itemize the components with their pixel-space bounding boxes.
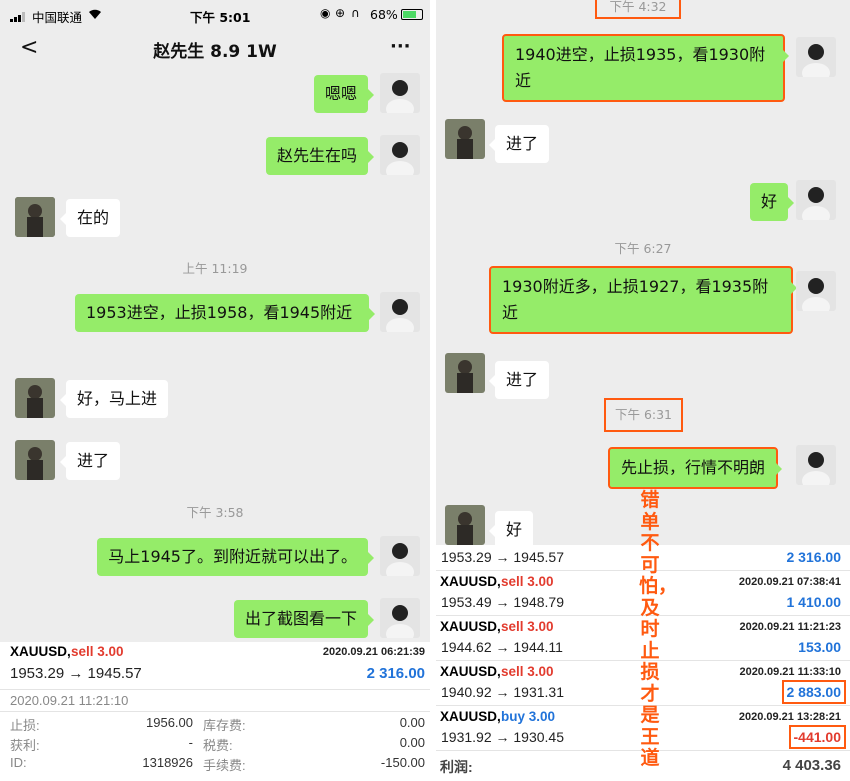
message-bubble-received[interactable]: 进了 bbox=[59, 442, 121, 480]
trade-prices: 1940.92 → 1931.31 bbox=[441, 684, 564, 700]
avatar-self[interactable] bbox=[380, 536, 420, 576]
tax-label: 税费: bbox=[203, 738, 233, 753]
trade-side: buy 3.00 bbox=[501, 709, 556, 724]
avatar-self[interactable] bbox=[796, 37, 836, 77]
avatar-self[interactable] bbox=[380, 598, 420, 638]
avatar-self[interactable] bbox=[380, 292, 420, 332]
trade-prices: 1944.62 → 1944.11 bbox=[441, 639, 563, 655]
carrier-label: 中国联通 bbox=[32, 10, 83, 25]
stop-loss-label: 止损: bbox=[10, 718, 40, 733]
timestamp: 下午 3:58 bbox=[186, 505, 244, 520]
stop-loss-value: 1956.00 bbox=[146, 715, 193, 730]
trade-close-time: 2020.09.21 06:21:39 bbox=[322, 646, 425, 658]
trade-side: sell 3.00 bbox=[71, 644, 124, 659]
trade-loss-highlighted: -441.00 bbox=[788, 725, 846, 749]
avatar-contact[interactable] bbox=[445, 353, 485, 393]
trade-open-time: 2020.09.21 11:21:10 bbox=[10, 693, 129, 708]
timestamp-highlighted: 下午 4:32 bbox=[595, 0, 681, 19]
trade-symbol: XAUUSD, bbox=[440, 574, 501, 589]
trade-side: sell 3.00 bbox=[501, 619, 554, 634]
trade-profit: 153.00 bbox=[798, 639, 841, 655]
status-bar: 中国联通 下午 5:01 ◉ ⊕ ∩ 68% bbox=[0, 0, 430, 30]
total-profit-label: 利润: bbox=[440, 759, 473, 775]
chat-header: < 赵先生 8.9 1W ··· bbox=[0, 30, 430, 68]
timestamp: 下午 6:27 bbox=[614, 241, 672, 256]
swap-label: 库存费: bbox=[203, 718, 246, 733]
trade-time: 2020.09.21 11:33:10 bbox=[739, 666, 841, 678]
trade-profit: 1 410.00 bbox=[786, 594, 842, 610]
trade-profit: 2 316.00 bbox=[366, 665, 425, 682]
trade-symbol: XAUUSD, bbox=[440, 619, 501, 634]
timestamp-highlighted: 下午 6:31 bbox=[604, 398, 683, 432]
trade-prices: 1953.49 → 1948.79 bbox=[441, 594, 564, 610]
trade-prices: 1953.29 → 1945.57 bbox=[10, 665, 142, 682]
avatar-self[interactable] bbox=[796, 180, 836, 220]
avatar-contact[interactable] bbox=[15, 197, 55, 237]
take-profit-value: - bbox=[188, 735, 193, 750]
message-bubble-received[interactable]: 进了 bbox=[488, 361, 550, 399]
avatar-self[interactable] bbox=[796, 445, 836, 485]
commission-label: 手续费: bbox=[203, 758, 246, 773]
message-bubble-sent[interactable]: 好 bbox=[749, 183, 795, 221]
trade-profit-highlighted: 2 883.00 bbox=[781, 680, 846, 704]
total-profit-value: 4 403.36 bbox=[782, 757, 841, 774]
avatar-contact[interactable] bbox=[15, 378, 55, 418]
avatar-self[interactable] bbox=[796, 271, 836, 311]
message-bubble-sent[interactable]: 1930附近多，止损1927，看1935附近 bbox=[489, 266, 797, 334]
left-chat-screenshot: 中国联通 下午 5:01 ◉ ⊕ ∩ 68% < 赵先生 8.9 1W ··· … bbox=[0, 0, 430, 781]
trade-time: 2020.09.21 07:38:41 bbox=[738, 576, 841, 588]
vertical-caption: 错单不可怕，及时止损才是王道 bbox=[639, 489, 678, 769]
signal-icon bbox=[10, 10, 28, 22]
more-options-button[interactable]: ··· bbox=[390, 36, 411, 57]
trade-symbol: XAUUSD, bbox=[10, 644, 71, 659]
message-bubble-received[interactable]: 在的 bbox=[59, 199, 121, 237]
trade-side: sell 3.00 bbox=[501, 664, 554, 679]
battery-percent: 68% bbox=[370, 7, 398, 22]
right-chat-screenshot: 下午 4:32 1940进空，止损1935，看1930附近 进了 好 下午 6:… bbox=[436, 0, 850, 781]
trade-prices: 1953.29 → 1945.57 bbox=[441, 549, 564, 565]
divider bbox=[0, 711, 430, 712]
trade-symbol: XAUUSD, bbox=[440, 709, 501, 724]
message-bubble-sent[interactable]: 1940进空，止损1935，看1930附近 bbox=[502, 34, 789, 102]
divider bbox=[0, 689, 430, 690]
swap-value: 0.00 bbox=[399, 715, 425, 730]
id-label: ID: bbox=[10, 755, 27, 770]
message-bubble-sent[interactable]: 赵先生在吗 bbox=[265, 137, 375, 175]
trade-time: 2020.09.21 11:21:23 bbox=[739, 621, 841, 633]
chat-title: 赵先生 8.9 1W bbox=[153, 42, 277, 62]
trade-prices: 1931.92 → 1930.45 bbox=[441, 729, 564, 745]
clock: 下午 5:01 bbox=[190, 10, 251, 25]
take-profit-label: 获利: bbox=[10, 738, 40, 753]
wifi-icon bbox=[87, 6, 103, 23]
message-bubble-sent[interactable]: 出了截图看一下 bbox=[233, 600, 375, 638]
id-value: 1318926 bbox=[142, 755, 193, 770]
avatar-self[interactable] bbox=[380, 135, 420, 175]
battery-icon bbox=[401, 9, 423, 20]
trade-profit: 2 316.00 bbox=[786, 549, 842, 565]
tax-value: 0.00 bbox=[399, 735, 425, 750]
message-bubble-sent[interactable]: 嗯嗯 bbox=[313, 75, 375, 113]
message-bubble-received[interactable]: 好 bbox=[488, 511, 534, 549]
avatar-self[interactable] bbox=[380, 73, 420, 113]
commission-value: -150.00 bbox=[380, 755, 425, 770]
message-bubble-sent[interactable]: 马上1945了。到附近就可以出了。 bbox=[97, 538, 374, 576]
message-bubble-received[interactable]: 好，马上进 bbox=[59, 380, 169, 418]
alarm-icon: ◉ bbox=[320, 6, 331, 20]
timestamp: 上午 11:19 bbox=[182, 261, 248, 276]
trade-side: sell 3.00 bbox=[501, 574, 554, 589]
avatar-contact[interactable] bbox=[15, 440, 55, 480]
message-bubble-sent[interactable]: 1953进空，止损1958，看1945附近 bbox=[75, 294, 375, 332]
trade-detail-card[interactable]: XAUUSD, sell 3.00 2020.09.21 06:21:39 19… bbox=[0, 642, 430, 781]
headphones-icon: ∩ bbox=[351, 6, 360, 20]
trade-time: 2020.09.21 13:28:21 bbox=[738, 711, 841, 723]
avatar-contact[interactable] bbox=[445, 505, 485, 545]
message-bubble-received[interactable]: 进了 bbox=[488, 125, 550, 163]
message-bubble-sent[interactable]: 先止损，行情不明朗 bbox=[608, 447, 783, 489]
avatar-contact[interactable] bbox=[445, 119, 485, 159]
location-icon: ⊕ bbox=[335, 6, 346, 20]
trade-symbol: XAUUSD, bbox=[440, 664, 501, 679]
